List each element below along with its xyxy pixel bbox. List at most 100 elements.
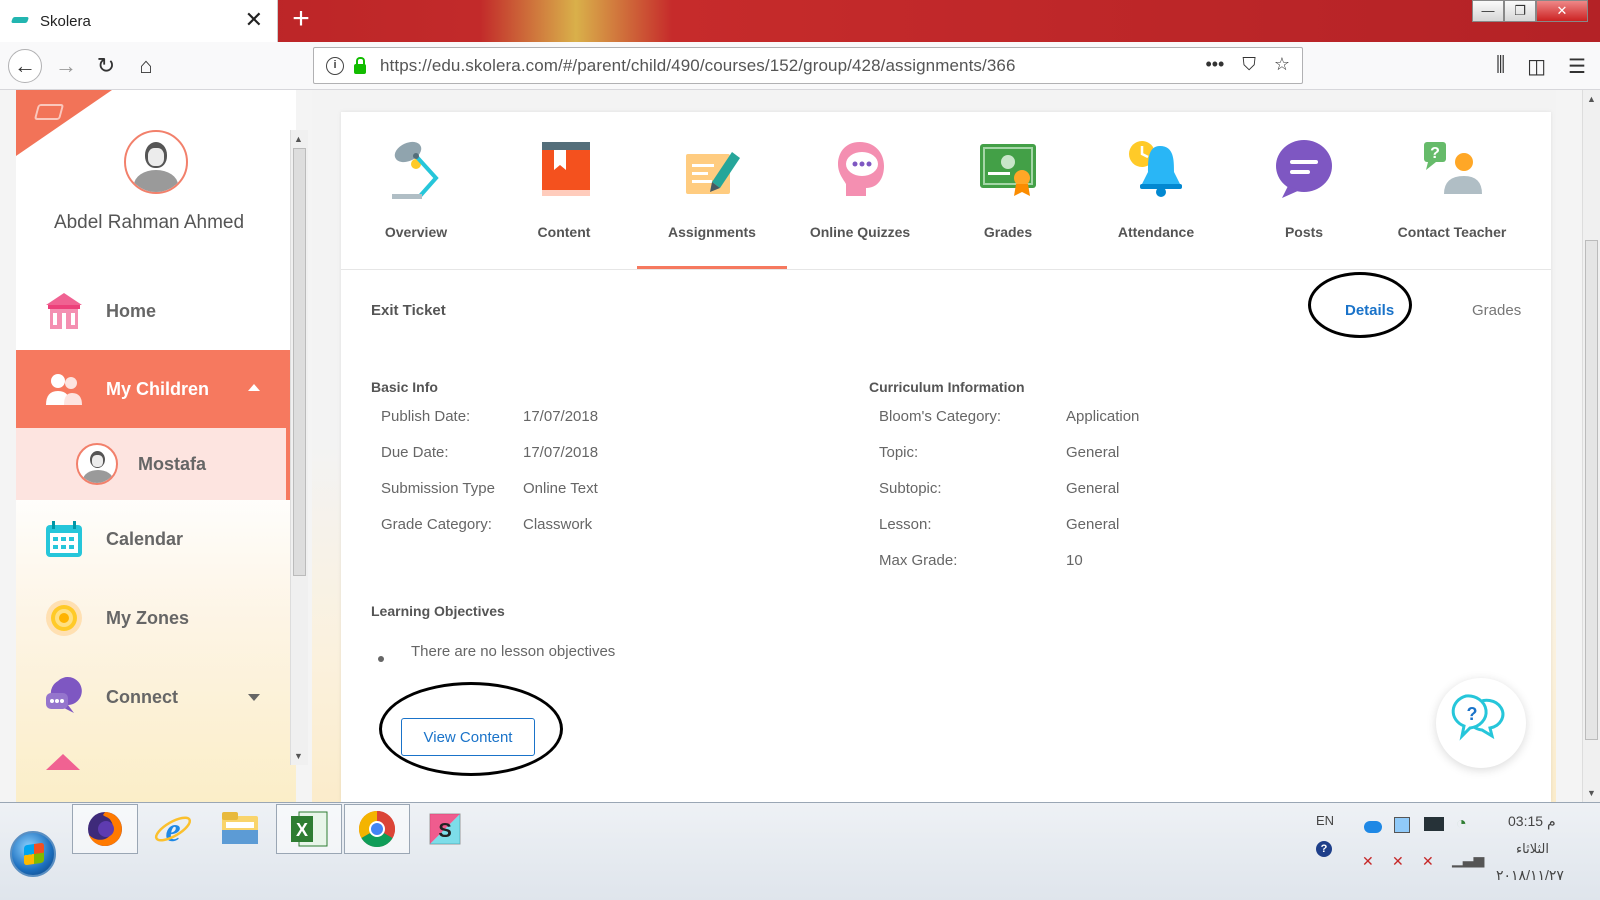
wifi-icon[interactable]: ◔ — [1456, 813, 1467, 834]
taskbar-chrome[interactable] — [344, 804, 410, 854]
tray-app-icon[interactable] — [1394, 817, 1410, 833]
help-chat-button[interactable]: ? — [1436, 678, 1526, 768]
grade-category-value: Classwork — [523, 516, 593, 533]
tab-content[interactable]: Content — [489, 112, 639, 270]
address-bar[interactable]: i https://edu.skolera.com/#/parent/child… — [313, 47, 1303, 84]
tab-posts[interactable]: Posts — [1229, 112, 1379, 270]
volume-muted-icon[interactable]: ✕ — [1362, 853, 1374, 870]
user-avatar[interactable] — [124, 130, 188, 194]
sidebar-toggle-icon[interactable]: ◫ — [1527, 54, 1546, 79]
help-tray-icon[interactable]: ? — [1316, 841, 1332, 857]
url-text[interactable]: https://edu.skolera.com/#/parent/child/4… — [380, 56, 1016, 76]
tab-grades[interactable]: Grades — [933, 112, 1083, 270]
due-date-label: Due Date: — [381, 444, 449, 461]
forward-button[interactable]: → — [50, 50, 82, 82]
battery-warning-icon[interactable]: ✕ — [1392, 853, 1404, 870]
help-question-mark: ? — [1467, 704, 1478, 724]
max-grade-value: 10 — [1066, 552, 1083, 569]
due-date-value: 17/07/2018 — [523, 444, 599, 461]
lamp-icon — [392, 141, 439, 199]
taskbar-firefox[interactable] — [72, 804, 138, 854]
maximize-button[interactable]: ❐ — [1504, 0, 1536, 22]
sidebar-item-label: Home — [106, 300, 157, 321]
info-icon[interactable]: i — [326, 56, 344, 75]
chat-bubble-icon — [1276, 140, 1332, 198]
minimize-button[interactable]: — — [1472, 0, 1504, 22]
sidebar-item-connect[interactable]: Connect — [16, 658, 290, 736]
publish-date-label: Publish Date: — [381, 408, 471, 425]
sidebar-item-label: My Zones — [106, 607, 190, 628]
child-avatar — [76, 443, 118, 485]
page-scrollbar[interactable]: ▲ ▼ — [1582, 90, 1600, 802]
tab-overview[interactable]: Overview — [341, 112, 491, 270]
language-indicator[interactable]: EN — [1316, 813, 1334, 828]
skolera-logo[interactable] — [16, 90, 112, 156]
signal-bars-icon[interactable]: ▁▃▅ — [1452, 851, 1484, 868]
excel-icon: X — [291, 811, 328, 847]
home-button[interactable]: ⌂ — [130, 50, 162, 82]
lesson-value: General — [1066, 516, 1120, 533]
bookmark-star-icon[interactable]: ☆ — [1274, 54, 1290, 75]
pocket-icon[interactable]: ⛉ — [1242, 54, 1256, 75]
tab-label: Contact Teacher — [1397, 224, 1507, 240]
sidebar-item-child-mostafa[interactable]: Mostafa — [16, 428, 290, 500]
sidebar-item-home[interactable]: Home — [16, 272, 290, 350]
course-card: Overview Content Assignments Online Quiz — [341, 112, 1551, 802]
tabs-divider — [341, 269, 1551, 270]
sidebar: Abdel Rahman Ahmed Home My Children Most… — [16, 90, 296, 802]
more-items-icon — [46, 754, 80, 770]
chevron-down-icon — [248, 694, 260, 701]
clock-date[interactable]: ٢٠١٨/١١/٢٧ — [1496, 867, 1564, 884]
sidebar-item-label: Calendar — [106, 528, 184, 549]
library-icon[interactable]: ⫼ — [1496, 54, 1505, 79]
blooms-category-value: Application — [1066, 408, 1140, 425]
browser-nav-bar: ← → ↻ ⌂ i https://edu.skolera.com/#/pare… — [0, 42, 1600, 90]
tab-attendance[interactable]: Attendance — [1081, 112, 1231, 270]
subtopic-label: Subtopic: — [879, 480, 942, 497]
school-icon — [46, 293, 82, 329]
clock-day[interactable]: الثلاثاء — [1516, 841, 1549, 857]
browser-tab-skolera[interactable]: Skolera ✕ — [0, 0, 278, 42]
submission-type-label: Submission Type — [381, 480, 495, 497]
tab-title: Skolera — [40, 12, 91, 30]
tab-online-quizzes[interactable]: Online Quizzes — [785, 112, 935, 270]
new-tab-button[interactable]: + — [286, 4, 316, 35]
page-actions-icon[interactable]: ••• — [1205, 54, 1224, 75]
calendar-icon — [46, 521, 82, 557]
network-warning-icon[interactable]: ✕ — [1422, 853, 1434, 870]
window-close-button[interactable]: ✕ — [1536, 0, 1588, 22]
firefox-icon — [88, 812, 122, 846]
certificate-icon — [980, 144, 1036, 196]
taskbar-file-explorer[interactable] — [208, 804, 274, 854]
onedrive-icon[interactable] — [1364, 821, 1382, 833]
help-chat-icon: ? — [1451, 694, 1505, 741]
subtab-grades[interactable]: Grades — [1472, 302, 1521, 319]
topic-value: General — [1066, 444, 1120, 461]
close-tab-icon[interactable]: ✕ — [245, 9, 263, 31]
tab-assignments[interactable]: Assignments — [637, 112, 787, 270]
reload-button[interactable]: ↻ — [90, 50, 122, 82]
back-button[interactable]: ← — [8, 49, 42, 83]
taskbar-internet-explorer[interactable]: e — [140, 804, 206, 854]
basic-info-heading: Basic Info — [371, 379, 438, 395]
sidebar-item-calendar[interactable]: Calendar — [16, 500, 290, 578]
annotation-circle-details — [1308, 272, 1412, 338]
taskbar-skolera[interactable]: S — [412, 804, 478, 854]
taskbar-excel[interactable]: X — [276, 804, 342, 854]
internet-explorer-icon: e — [154, 812, 192, 849]
clock-time[interactable]: 03:15 م — [1508, 813, 1556, 830]
excel-letter: X — [296, 820, 308, 840]
tab-contact-teacher[interactable]: ? Contact Teacher — [1377, 112, 1527, 270]
start-button[interactable] — [10, 831, 56, 877]
lock-icon — [354, 56, 366, 74]
sidebar-scrollbar[interactable]: ▲ ▼ — [290, 130, 308, 765]
skolera-favicon-icon — [12, 15, 28, 27]
tab-label: Overview — [384, 224, 448, 240]
sidebar-item-my-children[interactable]: My Children — [16, 350, 290, 428]
subtopic-value: General — [1066, 480, 1120, 497]
grade-category-label: Grade Category: — [381, 516, 492, 533]
hamburger-menu-icon[interactable]: ☰ — [1568, 54, 1586, 79]
bell-clock-icon — [1129, 141, 1182, 197]
sidebar-item-my-zones[interactable]: My Zones — [16, 579, 290, 657]
monitor-icon[interactable] — [1424, 817, 1444, 831]
